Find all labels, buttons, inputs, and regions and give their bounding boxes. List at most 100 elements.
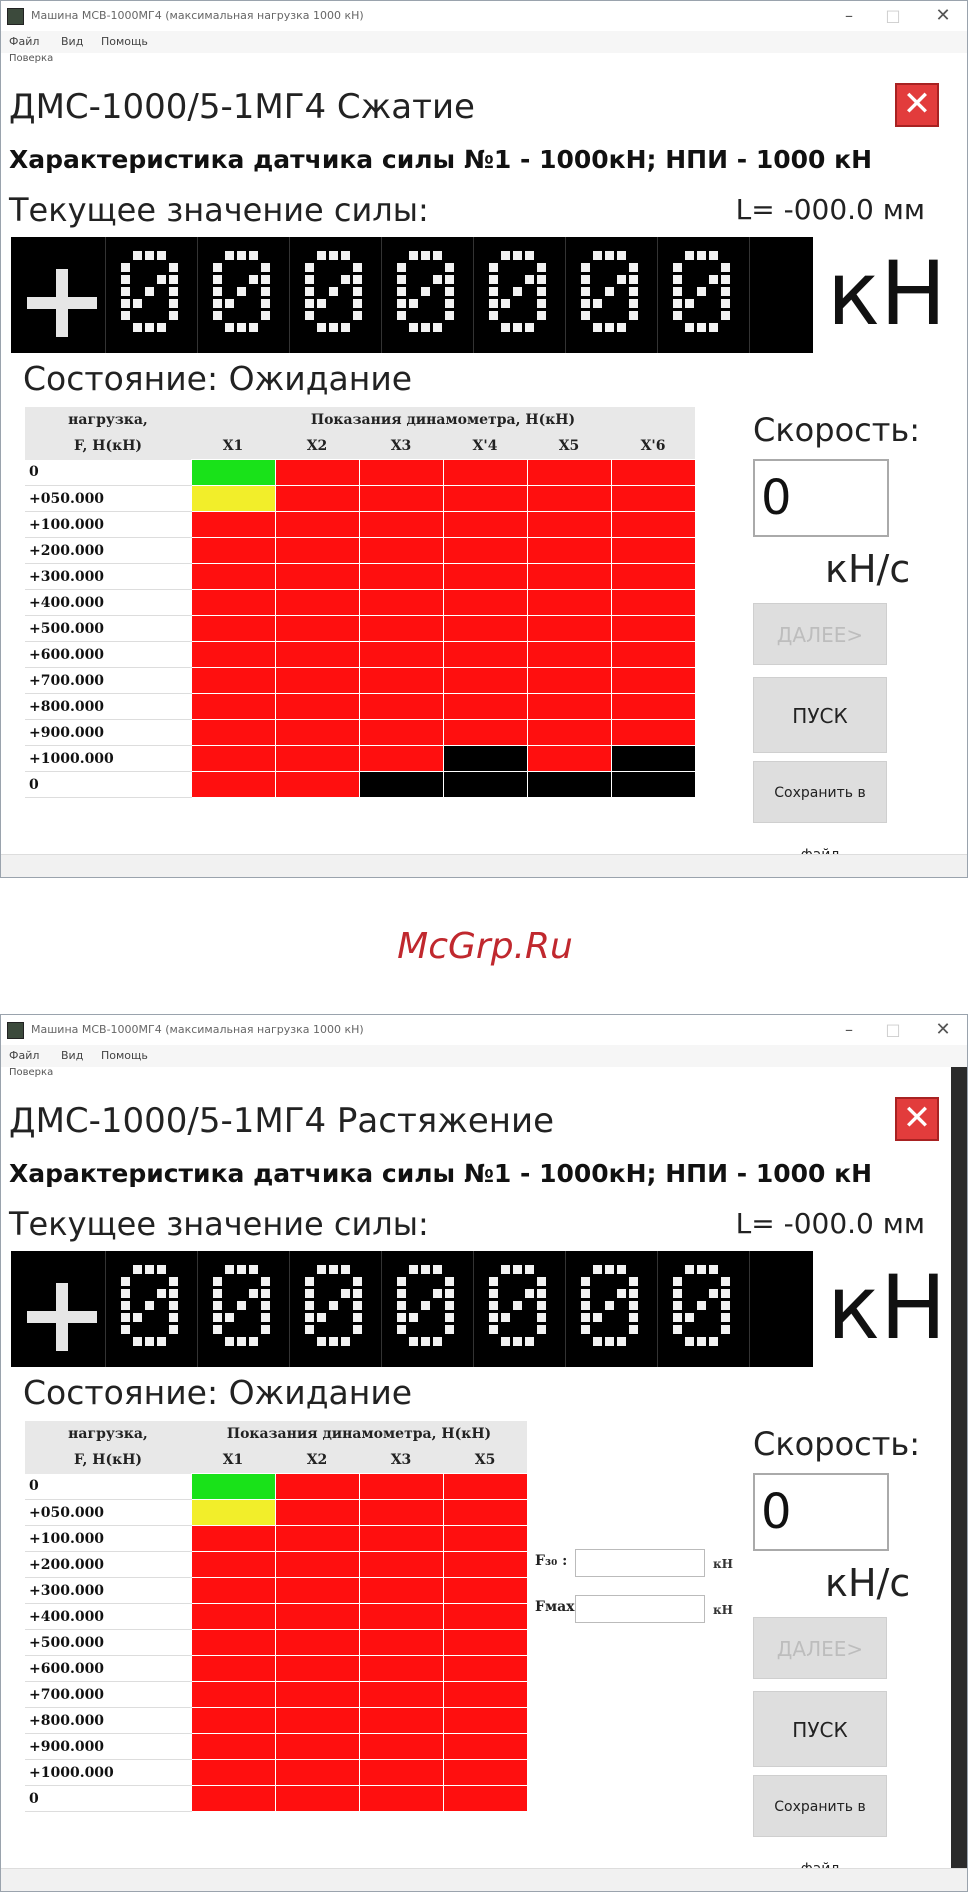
reading-cell[interactable] [274, 1525, 360, 1552]
reading-cell[interactable] [274, 693, 360, 720]
reading-cell[interactable] [190, 563, 276, 590]
reading-cell[interactable] [358, 745, 444, 772]
sub-label[interactable]: Поверка [9, 1067, 53, 1078]
reading-cell[interactable] [274, 667, 360, 694]
reading-cell[interactable] [358, 641, 444, 668]
reading-cell[interactable] [526, 615, 612, 642]
reading-cell[interactable] [442, 1577, 528, 1604]
reading-cell[interactable] [442, 1525, 528, 1552]
reading-cell[interactable] [274, 1603, 360, 1630]
reading-cell[interactable] [442, 459, 528, 486]
reading-cell[interactable] [610, 641, 696, 668]
reading-cell[interactable] [610, 563, 696, 590]
reading-cell[interactable] [442, 1785, 528, 1812]
reading-cell[interactable] [274, 589, 360, 616]
reading-cell[interactable] [358, 589, 444, 616]
reading-cell[interactable] [442, 1707, 528, 1734]
reading-cell[interactable] [610, 693, 696, 720]
reading-cell[interactable] [610, 719, 696, 746]
close-window-button[interactable]: ✕ [925, 1019, 961, 1041]
reading-cell[interactable] [358, 1525, 444, 1552]
reading-cell[interactable] [610, 667, 696, 694]
reading-cell[interactable] [358, 537, 444, 564]
reading-cell[interactable] [442, 1499, 528, 1526]
reading-cell[interactable] [190, 641, 276, 668]
reading-cell[interactable] [526, 563, 612, 590]
reading-cell[interactable] [274, 1707, 360, 1734]
reading-cell[interactable] [274, 537, 360, 564]
reading-cell[interactable] [442, 563, 528, 590]
reading-cell[interactable] [442, 1603, 528, 1630]
reading-cell[interactable] [190, 1707, 276, 1734]
reading-cell[interactable] [190, 1785, 276, 1812]
reading-cell[interactable] [358, 511, 444, 538]
reading-cell[interactable] [442, 589, 528, 616]
reading-cell[interactable] [442, 667, 528, 694]
reading-cell[interactable] [526, 459, 612, 486]
menu-view[interactable]: Вид [61, 1049, 83, 1062]
reading-cell[interactable] [190, 719, 276, 746]
reading-cell[interactable] [190, 1733, 276, 1760]
reading-cell[interactable] [190, 771, 276, 798]
reading-cell[interactable] [190, 1629, 276, 1656]
reading-cell[interactable] [274, 1733, 360, 1760]
reading-cell[interactable] [190, 485, 276, 512]
reading-cell[interactable] [190, 1681, 276, 1708]
reading-cell[interactable] [358, 459, 444, 486]
reading-cell[interactable] [274, 485, 360, 512]
reading-cell[interactable] [442, 1759, 528, 1786]
start-button[interactable]: ПУСК [753, 1691, 887, 1767]
reading-cell[interactable] [526, 511, 612, 538]
reading-cell[interactable] [274, 1681, 360, 1708]
reading-cell[interactable] [358, 615, 444, 642]
reading-cell[interactable] [526, 745, 612, 772]
reading-cell[interactable] [442, 719, 528, 746]
minimize-button[interactable]: – [831, 5, 867, 27]
reading-cell[interactable] [358, 1499, 444, 1526]
reading-cell[interactable] [442, 511, 528, 538]
start-button[interactable]: ПУСК [753, 677, 887, 753]
reading-cell[interactable] [190, 667, 276, 694]
reading-cell[interactable] [274, 511, 360, 538]
reading-cell[interactable] [526, 719, 612, 746]
reading-cell[interactable] [442, 1733, 528, 1760]
reading-cell[interactable] [442, 693, 528, 720]
reading-cell[interactable] [358, 1629, 444, 1656]
reading-cell[interactable] [190, 1577, 276, 1604]
next-button[interactable]: ДАЛЕЕ> [753, 1617, 887, 1679]
menu-help[interactable]: Помощь [101, 1049, 148, 1062]
reading-cell[interactable] [358, 1473, 444, 1500]
reading-cell[interactable] [190, 511, 276, 538]
reading-cell[interactable] [610, 537, 696, 564]
reading-cell[interactable] [190, 693, 276, 720]
reading-cell[interactable] [442, 1473, 528, 1500]
reading-cell[interactable] [526, 537, 612, 564]
reading-cell[interactable] [358, 1603, 444, 1630]
reading-cell[interactable] [190, 1525, 276, 1552]
reading-cell[interactable] [358, 1733, 444, 1760]
save-to-file-button[interactable]: Сохранить в файл [753, 1775, 887, 1877]
reading-cell[interactable] [442, 537, 528, 564]
reading-cell[interactable] [442, 1551, 528, 1578]
reading-cell[interactable] [190, 1759, 276, 1786]
fmax-input[interactable] [575, 1595, 705, 1623]
reading-cell[interactable] [190, 1551, 276, 1578]
reading-cell[interactable] [358, 719, 444, 746]
reading-cell[interactable] [358, 1785, 444, 1812]
reading-cell[interactable] [274, 1473, 360, 1500]
reading-cell[interactable] [274, 771, 360, 798]
reading-cell[interactable] [442, 771, 528, 798]
reading-cell[interactable] [274, 1577, 360, 1604]
close-window-button[interactable]: ✕ [925, 5, 961, 27]
reading-cell[interactable] [274, 1655, 360, 1682]
reading-cell[interactable] [358, 1707, 444, 1734]
reading-cell[interactable] [526, 485, 612, 512]
speed-value-box[interactable]: 0 [753, 459, 889, 537]
menu-file[interactable]: Файл [9, 1049, 39, 1062]
f30-input[interactable] [575, 1549, 705, 1577]
speed-value-box[interactable]: 0 [753, 1473, 889, 1551]
reading-cell[interactable] [610, 459, 696, 486]
reading-cell[interactable] [526, 693, 612, 720]
reading-cell[interactable] [274, 719, 360, 746]
menu-help[interactable]: Помощь [101, 35, 148, 48]
